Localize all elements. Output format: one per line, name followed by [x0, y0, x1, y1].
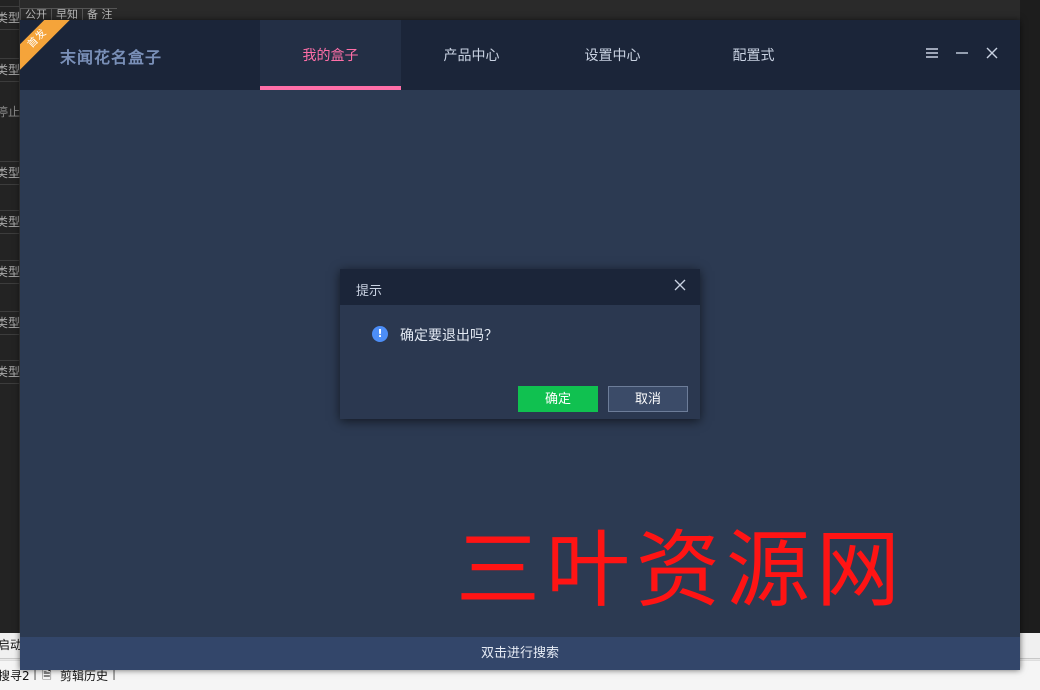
ok-button[interactable]: 确定: [518, 386, 598, 412]
search-footer-bar[interactable]: 双击进行搜索: [20, 637, 1020, 670]
background-left-item: 类型: [0, 260, 20, 284]
background-right-column: [1020, 0, 1040, 640]
background-window-top: [0, 0, 1040, 20]
cancel-button[interactable]: 取消: [608, 386, 688, 412]
watermark-text: 三叶资源网: [456, 521, 907, 619]
background-header-cell: 早知: [51, 9, 82, 21]
tab-config[interactable]: 配置式: [683, 20, 824, 90]
background-header-cells: 公开 早知 备 注: [20, 8, 117, 21]
title-bar[interactable]: 首发 末闻花名盒子 我的盒子 产品中心 设置中心 配置式: [20, 20, 1020, 90]
menu-icon[interactable]: [924, 46, 940, 62]
background-header-cell: 公开: [20, 9, 51, 21]
background-left-column: 类型 类型 停止 类型 类型 类型 类型 类型: [0, 0, 20, 640]
dialog-close-icon[interactable]: [672, 278, 688, 294]
app-window: 首发 末闻花名盒子 我的盒子 产品中心 设置中心 配置式 三叶资源网 双击进行搜…: [20, 20, 1020, 670]
confirm-exit-dialog: 提示 ! 确定要退出吗？ 确定 取消: [340, 269, 700, 419]
close-icon[interactable]: [984, 46, 1000, 62]
app-title: 末闻花名盒子: [60, 48, 163, 67]
background-left-item: 类型: [0, 311, 20, 335]
info-icon: !: [372, 326, 388, 342]
dialog-header[interactable]: 提示: [340, 269, 700, 305]
background-left-item: 类型: [0, 6, 20, 30]
background-header-cell: 备 注: [82, 9, 117, 21]
background-left-item: 停止: [0, 105, 20, 119]
minimize-icon[interactable]: [954, 46, 970, 62]
background-left-item: 类型: [0, 360, 20, 384]
background-left-item: 类型: [0, 161, 20, 185]
background-status-label: 启动: [0, 638, 23, 652]
dialog-title: 提示: [356, 284, 383, 299]
tab-settings-center[interactable]: 设置中心: [542, 20, 683, 90]
dialog-message: 确定要退出吗？: [400, 328, 498, 344]
background-left-item: 类型: [0, 58, 20, 82]
background-left-item: 类型: [0, 210, 20, 234]
tab-my-box[interactable]: 我的盒子: [260, 20, 401, 90]
tab-product-center[interactable]: 产品中心: [401, 20, 542, 90]
window-controls: [924, 46, 1000, 62]
main-nav: 我的盒子 产品中心 设置中心 配置式: [260, 20, 824, 90]
